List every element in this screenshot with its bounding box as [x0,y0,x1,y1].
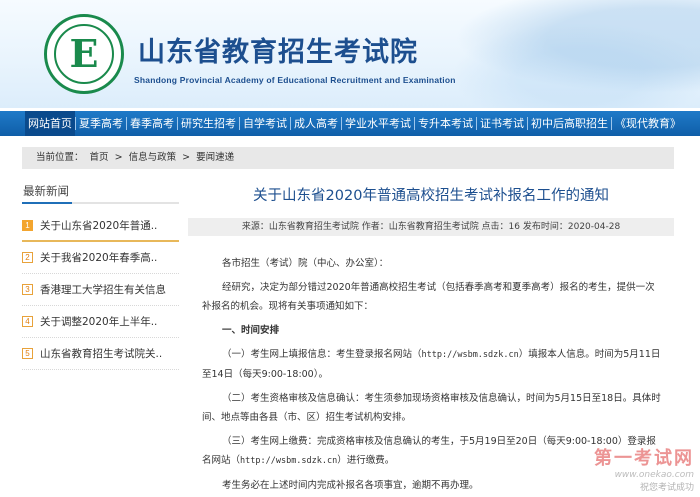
article-paragraph: （二）考生资格审核及信息确认：考生须参加现场资格审核及信息确认，时间为5月15日… [202,393,661,423]
nav-spring-exam[interactable]: 春季高考 [127,111,177,136]
news-number: 5 [22,348,33,359]
nav-modern-education[interactable]: 《现代教育》 [612,111,684,136]
nav-certificate[interactable]: 证书考试 [477,111,527,136]
news-link[interactable]: 香港理工大学招生有关信息 [40,282,166,297]
news-item[interactable]: 1 关于山东省2020年普通.. [22,210,179,242]
sidebar-heading: 最新新闻 [23,184,69,198]
news-link[interactable]: 山东省教育招生考试院关.. [40,346,162,361]
news-link[interactable]: 关于我省2020年春季高.. [40,250,157,265]
news-item[interactable]: 4 关于调整2020年上半年.. [22,306,179,338]
article-paragraph: 经研究，决定为部分错过2020年普通高校招生考试（包括春季高考和夏季高考）报名的… [202,282,655,312]
nav-summer-exam[interactable]: 夏季高考 [76,111,126,136]
article-title: 关于山东省2020年普通高校招生考试补报名工作的通知 [253,188,609,204]
breadcrumb-home[interactable]: 首页 [90,152,109,163]
nav-self-study[interactable]: 自学考试 [240,111,290,136]
news-item[interactable]: 3 香港理工大学招生有关信息 [22,274,179,306]
registration-link[interactable]: http://wsbm.sdzk.cn [422,350,519,360]
sidebar-heading-underline [22,202,179,204]
news-link[interactable]: 关于调整2020年上半年.. [40,314,157,329]
logo-letter: E [69,31,99,76]
breadcrumb: 当前位置： 首页 > 信息与政策 > 要闻速递 [22,147,674,169]
watermark: 第一考试网 www.onekao.com 祝您考试成功 [574,444,694,493]
breadcrumb-sep: > [114,152,123,163]
latest-news-list: 1 关于山东省2020年普通.. 2 关于我省2020年春季高.. 3 香港理工… [22,210,179,370]
news-item[interactable]: 5 山东省教育招生考试院关.. [22,338,179,370]
nav-academic-level[interactable]: 学业水平考试 [342,111,414,136]
news-number: 1 [22,219,33,231]
news-number: 4 [22,316,33,327]
news-link[interactable]: 关于山东省2020年普通.. [40,218,157,233]
article-greeting: 各市招生（考试）院（中心、办公室）： [222,258,389,269]
paragraph-text: （一）考生网上填报信息：考生登录报名网站（ [222,349,422,360]
main-nav: 网站首页 夏季高考 春季高考 研究生招考 自学考试 成人高考 学业水平考试 专升… [0,111,700,136]
news-item[interactable]: 2 关于我省2020年春季高.. [22,242,179,274]
paragraph-text: ）进行缴费。 [337,455,395,466]
sidebar: 最新新闻 1 关于山东省2020年普通.. 2 关于我省2020年春季高.. 3… [22,180,179,370]
article-meta: 来源：山东省教育招生考试院 作者：山东省教育招生考试院 点击：16 发布时间：2… [188,218,674,236]
news-number: 3 [22,284,33,295]
breadcrumb-policy[interactable]: 信息与政策 [129,152,177,163]
article-paragraph: （一）考生网上填报信息：考生登录报名网站（http://wsbm.sdzk.cn… [202,345,662,384]
breadcrumb-sep: > [182,152,191,163]
nav-upgrade-exam[interactable]: 专升本考试 [415,111,476,136]
watermark-url: www.onekao.com [614,470,694,480]
nav-home[interactable]: 网站首页 [25,111,75,136]
watermark-brand: 第一考试网 [594,448,694,469]
nav-vocational[interactable]: 初中后高职招生 [528,111,611,136]
registration-link[interactable]: http://wsbm.sdzk.cn [240,456,337,466]
nav-adult-exam[interactable]: 成人高考 [291,111,341,136]
site-header: E 山东省教育招生考试院 Shandong Provincial Academy… [0,0,700,108]
news-number: 2 [22,252,33,263]
breadcrumb-prefix: 当前位置： [36,152,84,163]
breadcrumb-news[interactable]: 要闻速递 [196,152,234,163]
site-logo[interactable]: E [44,14,124,94]
site-title: 山东省教育招生考试院 [138,37,418,68]
nav-graduate[interactable]: 研究生招考 [178,111,239,136]
site-subtitle: Shandong Provincial Academy of Education… [134,75,456,85]
article-section-heading: 一、时间安排 [222,325,280,336]
watermark-slogan: 祝您考试成功 [639,483,694,493]
